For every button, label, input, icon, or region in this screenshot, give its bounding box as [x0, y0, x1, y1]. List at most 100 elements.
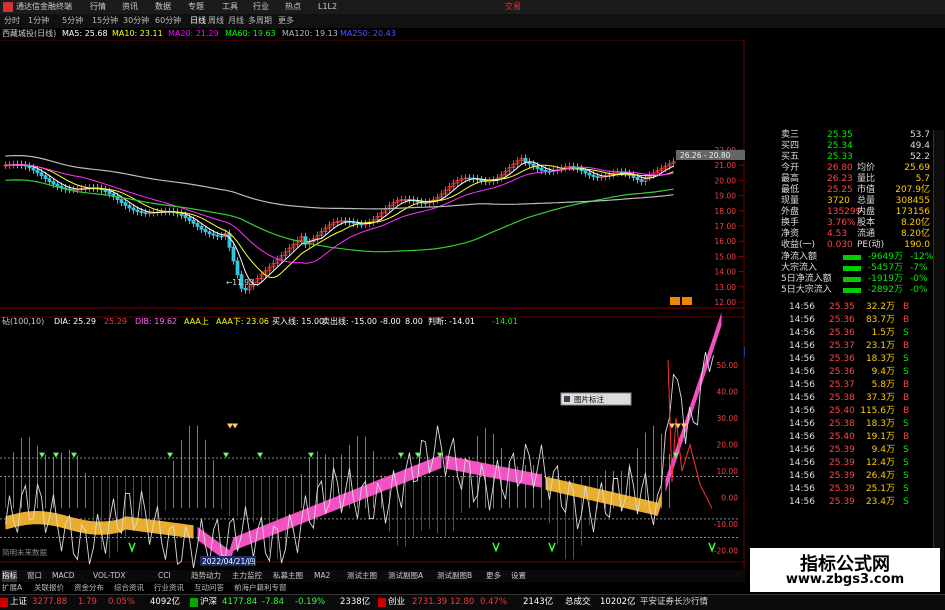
menu-item-hot[interactable]: 热点 [285, 0, 301, 14]
cy-name: 创业 [388, 597, 406, 607]
sz-amount: 2338亿 [340, 597, 371, 607]
tick-volume: 9.4万 [871, 367, 895, 377]
quote-value: 3720 [827, 196, 850, 206]
tick-price: 25.36 [829, 354, 855, 364]
extension-tab[interactable]: 关联报价 [34, 582, 64, 593]
ind-tick-label: 30.00 [717, 414, 739, 423]
flow-row: 5日大宗流入 -2892万 -0% [745, 285, 945, 296]
indicator-tab[interactable]: 测试副图B [437, 570, 472, 582]
indicator-tab[interactable]: VOL-TDX [93, 570, 125, 582]
tick-row: 14:56 25.39 25.1万 S [745, 484, 945, 495]
menu-item-news[interactable]: 资讯 [122, 0, 138, 14]
candle-body [235, 260, 240, 276]
tick-price: 25.40 [829, 406, 855, 416]
tick-side: B [903, 380, 910, 390]
indicator-tab[interactable]: 测试主图 [347, 570, 377, 582]
tick-price: 25.38 [829, 419, 855, 429]
buy-signal-marker [223, 452, 229, 458]
quote-key2: 股本 [857, 218, 876, 228]
indicator-tab[interactable]: 趋势动力 [191, 570, 221, 582]
indicator-tab[interactable]: 窗口 [27, 570, 42, 582]
tick-time: 14:56 [789, 471, 815, 481]
right-sidebar-strip[interactable] [933, 130, 944, 560]
ma5-label: MA5: 25.68 [62, 29, 108, 38]
tick-row: 14:56 25.39 23.4万 S [745, 497, 945, 508]
period-tab-60min[interactable]: 60分钟 [155, 14, 181, 28]
period-tab-30min[interactable]: 30分钟 [123, 14, 149, 28]
extension-tab[interactable]: 综合资讯 [114, 582, 144, 593]
tick-side: B [903, 393, 910, 403]
ind-sell-line: 卖出线: -15.00 [322, 317, 378, 326]
candle-body [51, 181, 56, 185]
ind-tick-label: 20.00 [717, 441, 739, 450]
indicator-tab[interactable]: 私募主图 [273, 570, 303, 582]
flow-pct: -0% [910, 274, 928, 284]
ind-aaa-down: AAA下: 23.06 [216, 317, 270, 326]
tick-volume: 32.2万 [865, 302, 895, 312]
extension-tabs: 扩展A 关联报价 资金分布 综合资讯 行业资讯 互动问答 前海户籍利专窗 [0, 582, 745, 593]
ribbon-band [197, 454, 442, 564]
ma-info-line: 西藏城投(日线) MA5: 25.68 MA10: 23.11 MA20: 21… [0, 28, 745, 40]
flow-pct: -7% [910, 263, 928, 273]
period-tab-monthly[interactable]: 月线 [228, 14, 244, 28]
ma5-line [5, 161, 674, 286]
menu-item-tools[interactable]: 工具 [222, 0, 238, 14]
tick-row: 14:56 25.38 18.3万 S [745, 419, 945, 430]
period-tab-weekly[interactable]: 周线 [208, 14, 224, 28]
tick-row: 14:56 25.37 23.1万 B [745, 341, 945, 352]
period-toolbar: 分时 1分钟 5分钟 15分钟 30分钟 60分钟 日线 周线 月线 多周期 更… [0, 14, 945, 28]
news-ticker[interactable]: 平安证券长沙行情 [640, 595, 708, 610]
tick-side: S [903, 497, 909, 507]
period-tab-daily[interactable]: 日线 [190, 14, 206, 28]
flow-pct: -0% [910, 285, 928, 295]
period-tab-intraday[interactable]: 分时 [4, 14, 20, 28]
tick-time: 14:56 [789, 432, 815, 442]
ma120-label: MA120: 19.13 [282, 29, 338, 38]
extension-tab[interactable]: 前海户籍利专窗 [234, 582, 287, 593]
menu-item-l1l2[interactable]: L1L2 [318, 0, 337, 14]
indicator-tab[interactable]: 更多 [486, 570, 501, 582]
quote-value2: 173156 [895, 207, 930, 217]
status-bar: 上证 3277.88 1.79 0.05% 4092亿 沪深 4177.84 -… [0, 594, 945, 610]
quote-value: 26.23 [827, 174, 853, 184]
extension-tab[interactable]: 互动问答 [194, 582, 224, 593]
indicator-tab[interactable]: 指标 [2, 570, 17, 582]
quote-value: 0.030 [827, 240, 853, 250]
indicator-tab[interactable]: 设置 [511, 570, 526, 582]
tick-side: S [903, 471, 909, 481]
period-tab-multi[interactable]: 多周期 [248, 14, 272, 28]
total-label: 总成交 [565, 597, 591, 607]
flow-row: 大宗流入 -5457万 -7% [745, 263, 945, 274]
extension-tab[interactable]: 行业资讯 [154, 582, 184, 593]
indicator-tab[interactable]: CCI [158, 570, 171, 582]
price-tick-label: 16.00 [715, 237, 737, 246]
period-tab-15min[interactable]: 15分钟 [92, 14, 118, 28]
candle-body [39, 172, 44, 177]
ind-tick-label: 40.00 [717, 388, 739, 397]
menu-item-market[interactable]: 行情 [90, 0, 106, 14]
candle-body [467, 177, 472, 180]
sz-icon [190, 598, 198, 607]
indicator-tab[interactable]: MA2 [314, 570, 330, 582]
menu-item-trade[interactable]: 交易 [505, 0, 521, 14]
buy-signal-marker [71, 452, 77, 458]
menu-item-industry[interactable]: 行业 [253, 0, 269, 14]
quote-key2: 均价 [857, 163, 876, 173]
menu-item-topics[interactable]: 专题 [188, 0, 204, 14]
menu-item-data[interactable]: 数据 [155, 0, 171, 14]
extension-tab[interactable]: 扩展A [2, 582, 22, 593]
period-tab-more[interactable]: 更多 [278, 14, 294, 28]
indicator-tab[interactable]: 测试副图A [388, 570, 423, 582]
period-tab-1min[interactable]: 1分钟 [28, 14, 49, 28]
indicator-tab[interactable]: MACD [52, 570, 74, 582]
app-logo-icon [3, 2, 13, 12]
flow-key: 净流入额 [781, 252, 818, 262]
indicator-tab[interactable]: 主力监控 [232, 570, 262, 582]
chart-area[interactable]: 22.0021.0020.0019.0018.0017.0016.0015.00… [0, 40, 745, 570]
price-tick-label: 13.00 [715, 283, 737, 292]
judge-line [5, 352, 714, 569]
quote-key: 换手 [781, 218, 800, 228]
period-tab-5min[interactable]: 5分钟 [62, 14, 83, 28]
tick-side: S [903, 445, 909, 455]
extension-tab[interactable]: 资金分布 [74, 582, 104, 593]
